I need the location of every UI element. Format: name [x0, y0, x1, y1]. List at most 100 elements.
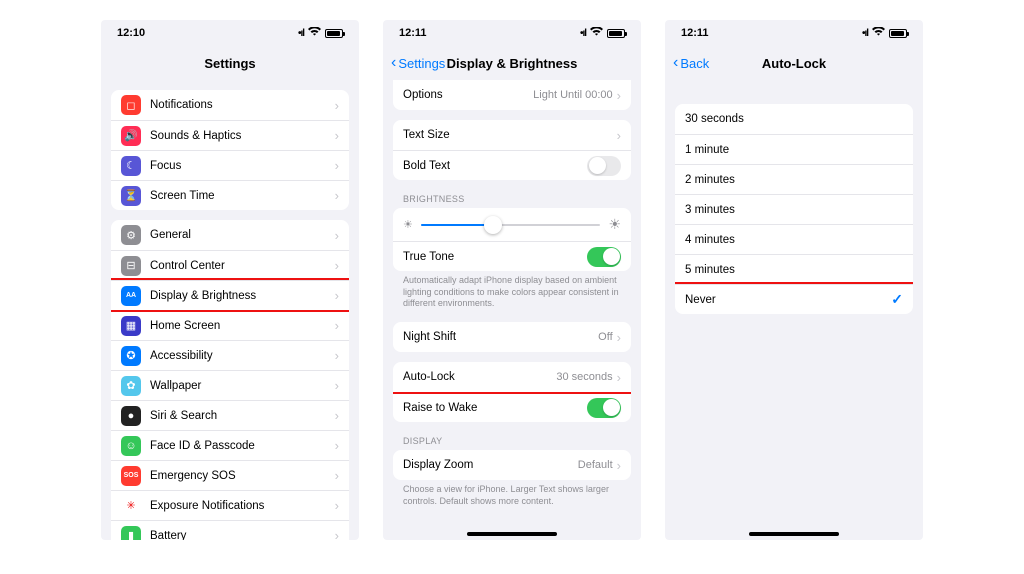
- row-label: Home Screen: [150, 320, 335, 332]
- settings-row-home-screen[interactable]: ▦Home Screen›: [111, 310, 349, 340]
- row-label: Face ID & Passcode: [150, 440, 335, 452]
- wallpaper-icon: ✿: [121, 376, 141, 396]
- display-header: DISPLAY: [383, 422, 641, 450]
- status-icons: [580, 27, 625, 39]
- settings-row-siri-search[interactable]: ●Siri & Search›: [111, 400, 349, 430]
- cellular-signal-icon: [298, 27, 304, 39]
- true-tone-row[interactable]: True Tone: [393, 241, 631, 271]
- settings-row-face-id-passcode[interactable]: ☺Face ID & Passcode›: [111, 430, 349, 460]
- cellular-signal-icon: [862, 27, 868, 39]
- chevron-right-icon: ›: [335, 378, 339, 393]
- status-icons: [862, 27, 907, 39]
- chevron-right-icon: ›: [335, 228, 339, 243]
- chevron-right-icon: ›: [617, 330, 621, 345]
- text-size-row[interactable]: Text Size ›: [393, 120, 631, 150]
- row-value: Default: [578, 459, 613, 471]
- settings-row-wallpaper[interactable]: ✿ Wallpaper›: [111, 370, 349, 400]
- row-label: Display Zoom: [403, 459, 578, 471]
- sun-large-icon: ☀︎: [608, 216, 621, 233]
- cellular-signal-icon: [580, 27, 586, 39]
- option-label: Never: [685, 294, 891, 306]
- brightness-slider-row[interactable]: ☀︎ ☀︎: [393, 208, 631, 241]
- chevron-right-icon: ›: [617, 88, 621, 103]
- auto-lock-option-30-seconds[interactable]: 30 seconds: [675, 104, 913, 134]
- sun-small-icon: ☀︎: [403, 218, 413, 231]
- settings-row-control-center[interactable]: ⊟Control Center›: [111, 250, 349, 280]
- settings-row-battery[interactable]: ▮Battery›: [111, 520, 349, 540]
- phone-display-brightness: 12:11 ‹ Settings Display & Brightness Op…: [383, 20, 641, 540]
- clock: 12:11: [681, 27, 709, 39]
- siri-search-icon: ●: [121, 406, 141, 426]
- row-label: Display & Brightness: [150, 290, 335, 302]
- row-label: Battery: [150, 530, 335, 541]
- status-bar: 12:11: [665, 20, 923, 46]
- auto-lock-option-3-minutes[interactable]: 3 minutes: [675, 194, 913, 224]
- checkmark-icon: ✓: [891, 291, 903, 308]
- row-label: Wallpaper: [150, 380, 335, 392]
- row-label: Focus: [150, 160, 335, 172]
- row-label: Auto-Lock: [403, 371, 556, 383]
- brightness-slider[interactable]: [421, 224, 601, 226]
- chevron-right-icon: ›: [617, 370, 621, 385]
- notifications-icon: ◻: [121, 95, 141, 115]
- settings-row-screen-time[interactable]: ⏳Screen Time›: [111, 180, 349, 210]
- row-value: 30 seconds: [556, 371, 612, 383]
- settings-row-focus[interactable]: ☾Focus›: [111, 150, 349, 180]
- bold-text-row[interactable]: Bold Text: [393, 150, 631, 180]
- status-bar: 12:11: [383, 20, 641, 46]
- chevron-right-icon: ›: [335, 528, 339, 540]
- chevron-right-icon: ›: [335, 98, 339, 113]
- settings-row-accessibility[interactable]: ✪Accessibility›: [111, 340, 349, 370]
- raise-to-wake-row[interactable]: Raise to Wake: [393, 392, 631, 422]
- auto-lock-option-1-minute[interactable]: 1 minute: [675, 134, 913, 164]
- back-button[interactable]: ‹ Back: [673, 55, 709, 71]
- status-bar: 12:10: [101, 20, 359, 46]
- chevron-right-icon: ›: [335, 438, 339, 453]
- brightness-header: BRIGHTNESS: [383, 180, 641, 208]
- clock: 12:10: [117, 27, 145, 39]
- settings-row-display-brightness[interactable]: AADisplay & Brightness›: [111, 280, 349, 310]
- back-label: Settings: [398, 56, 445, 71]
- options-row[interactable]: Options Light Until 00:00 ›: [393, 80, 631, 110]
- auto-lock-option-2-minutes[interactable]: 2 minutes: [675, 164, 913, 194]
- row-label: Control Center: [150, 260, 335, 272]
- raise-to-wake-toggle[interactable]: [587, 398, 621, 418]
- display-zoom-row[interactable]: Display Zoom Default ›: [393, 450, 631, 480]
- wifi-icon: [590, 27, 603, 39]
- auto-lock-option-5-minutes[interactable]: 5 minutes: [675, 254, 913, 284]
- settings-row-exposure-notifications[interactable]: ✳Exposure Notifications›: [111, 490, 349, 520]
- settings-row-sounds-haptics[interactable]: 🔊Sounds & Haptics›: [111, 120, 349, 150]
- nav-bar: ‹ Back Auto-Lock: [665, 46, 923, 80]
- row-value: Off: [598, 331, 612, 343]
- chevron-right-icon: ›: [335, 348, 339, 363]
- battery-icon: [889, 29, 907, 38]
- settings-row-notifications[interactable]: ◻Notifications›: [111, 90, 349, 120]
- back-button[interactable]: ‹ Settings: [391, 55, 445, 71]
- home-screen-icon: ▦: [121, 316, 141, 336]
- settings-row-general[interactable]: ⚙General›: [111, 220, 349, 250]
- true-tone-toggle[interactable]: [587, 247, 621, 267]
- home-indicator[interactable]: [749, 532, 839, 536]
- row-label: Text Size: [403, 129, 617, 141]
- control-center-icon: ⊟: [121, 256, 141, 276]
- chevron-right-icon: ›: [335, 468, 339, 483]
- chevron-right-icon: ›: [617, 128, 621, 143]
- screen-time-icon: ⏳: [121, 186, 141, 206]
- bold-text-toggle[interactable]: [587, 156, 621, 176]
- auto-lock-row[interactable]: Auto-Lock 30 seconds ›: [393, 362, 631, 392]
- display-settings-list[interactable]: Options Light Until 00:00 › Text Size › …: [383, 80, 641, 540]
- option-label: 1 minute: [685, 144, 903, 156]
- auto-lock-options[interactable]: 30 seconds 1 minute 2 minutes 3 minutes 4 mi…: [665, 80, 923, 540]
- display-brightness-icon: AA: [121, 286, 141, 306]
- auto-lock-option-4-minutes[interactable]: 4 minutes: [675, 224, 913, 254]
- option-label: 3 minutes: [685, 204, 903, 216]
- settings-list[interactable]: ◻Notifications›🔊Sounds & Haptics›☾Focus›…: [101, 80, 359, 540]
- settings-row-emergency-sos[interactable]: SOSEmergency SOS›: [111, 460, 349, 490]
- auto-lock-option-never[interactable]: Never✓: [675, 284, 913, 314]
- chevron-right-icon: ›: [617, 458, 621, 473]
- night-shift-row[interactable]: Night Shift Off ›: [393, 322, 631, 352]
- battery-icon: [607, 29, 625, 38]
- accessibility-icon: ✪: [121, 346, 141, 366]
- chevron-right-icon: ›: [335, 128, 339, 143]
- home-indicator[interactable]: [467, 532, 557, 536]
